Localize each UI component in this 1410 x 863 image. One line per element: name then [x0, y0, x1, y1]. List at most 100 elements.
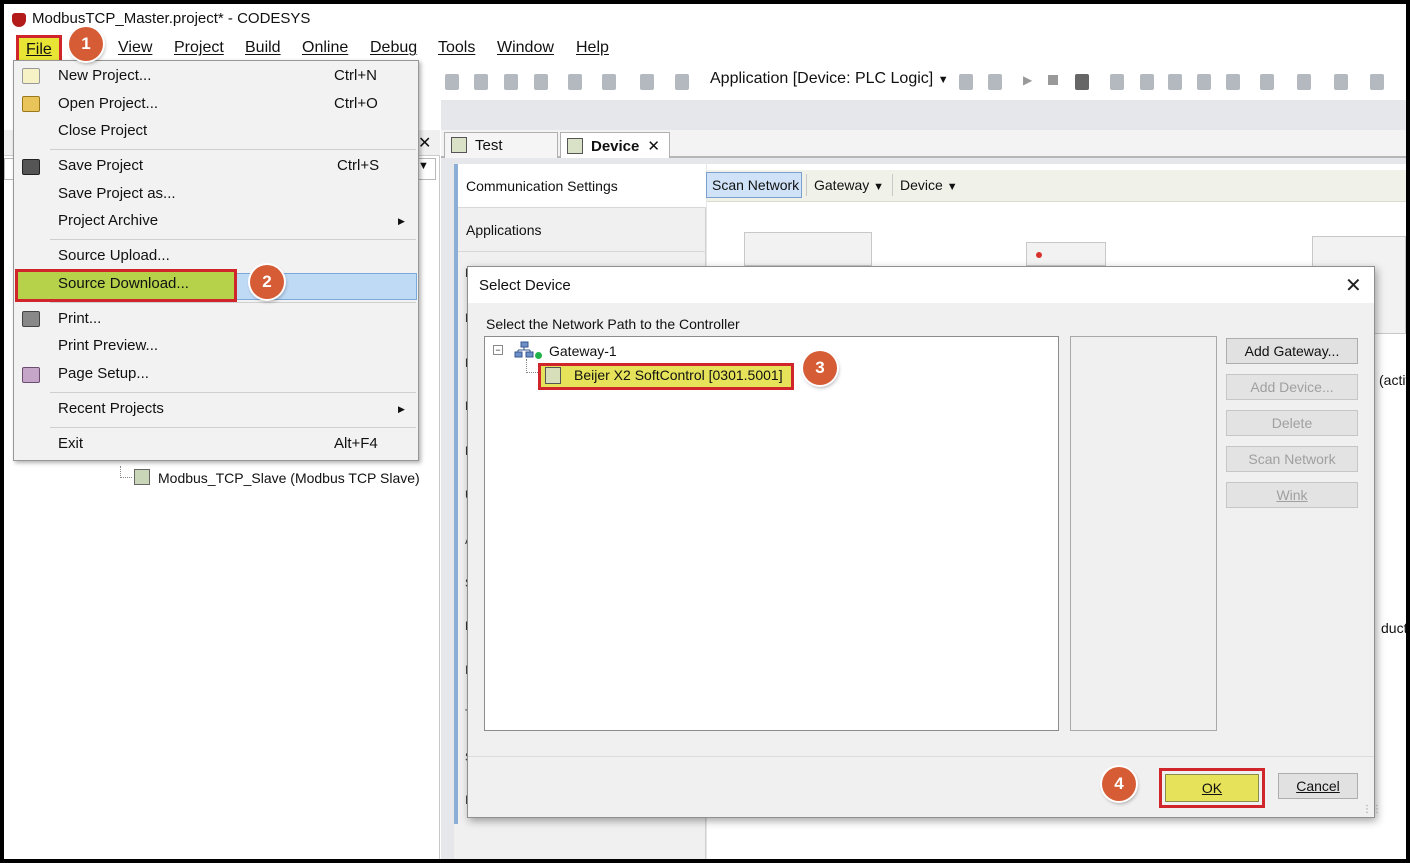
step-into-icon[interactable]	[1140, 74, 1154, 90]
menu-item-source-download[interactable]: Source Download...	[58, 275, 189, 292]
save-icon	[22, 159, 40, 175]
menu-item-open-project[interactable]: Open Project...	[58, 95, 158, 112]
active-application-select[interactable]: Application [Device: PLC Logic] ▼	[710, 70, 949, 88]
shortcut-save-project: Ctrl+S	[337, 157, 380, 174]
force-values-icon[interactable]	[1297, 74, 1311, 90]
chevron-down-icon[interactable]: ▼	[418, 160, 429, 172]
open-folder-icon	[22, 96, 40, 112]
submenu-arrow-icon: ▶	[398, 216, 405, 226]
window-title: ModbusTCP_Master.project* - CODESYS	[32, 10, 311, 27]
side-tab-applications[interactable]: Applications	[458, 208, 706, 252]
shortcut-exit: Alt+F4	[334, 435, 378, 452]
menu-help[interactable]: Help	[576, 39, 609, 57]
set-next-statement-icon[interactable]	[1226, 74, 1240, 90]
menu-separator	[50, 392, 416, 393]
menu-online[interactable]: Online	[302, 39, 348, 57]
gateway-dropdown[interactable]: Gateway ▼	[814, 177, 884, 193]
delete-button[interactable]: Delete	[1226, 410, 1358, 436]
menu-item-print-preview[interactable]: Print Preview...	[58, 337, 158, 354]
tree-connector	[120, 466, 132, 478]
menu-separator	[50, 427, 416, 428]
write-values-icon[interactable]	[1334, 74, 1348, 90]
menu-item-print[interactable]: Print...	[58, 310, 101, 327]
menu-project[interactable]: Project	[174, 39, 224, 57]
bookmark-icon[interactable]	[445, 74, 459, 90]
menu-build[interactable]: Build	[245, 39, 281, 57]
start-icon[interactable]: ▶	[1023, 73, 1032, 87]
wink-button[interactable]: Wink	[1226, 482, 1358, 508]
collapse-icon[interactable]: −	[493, 345, 503, 355]
menu-file[interactable]: File	[16, 35, 62, 63]
close-icon[interactable]: ✕	[647, 138, 660, 155]
menu-item-source-upload[interactable]: Source Upload...	[58, 247, 170, 264]
gateway-node[interactable]: Gateway-1	[549, 343, 617, 359]
menu-item-new-project[interactable]: New Project...	[58, 67, 151, 84]
dialog-footer-divider	[468, 756, 1374, 757]
close-icon[interactable]: ✕	[1345, 273, 1362, 298]
device-dropdown[interactable]: Device ▼	[900, 177, 958, 193]
chevron-down-icon: ▼	[937, 74, 949, 86]
logout-icon[interactable]	[988, 74, 1002, 90]
resize-grip-icon[interactable]: ⋮⋮	[1362, 804, 1382, 815]
menu-tools[interactable]: Tools	[438, 39, 475, 57]
step-out-icon[interactable]	[1168, 74, 1182, 90]
tab-device[interactable]: Device ✕	[560, 132, 670, 158]
menu-icon-gutter	[14, 61, 48, 460]
menu-item-recent-projects[interactable]: Recent Projects	[58, 400, 164, 417]
add-device-button[interactable]: Add Device...	[1226, 374, 1358, 400]
reset-icon[interactable]	[1075, 74, 1089, 90]
page-setup-icon	[22, 367, 40, 383]
unforce-icon[interactable]	[1370, 74, 1384, 90]
export-icon[interactable]	[640, 74, 654, 90]
menu-item-close-project[interactable]: Close Project	[58, 122, 147, 139]
calendar-icon[interactable]	[675, 74, 689, 90]
run-to-cursor-icon[interactable]	[1197, 74, 1211, 90]
scan-network-dialog-button[interactable]: Scan Network	[1226, 446, 1358, 472]
bookmark-next-icon[interactable]	[504, 74, 518, 90]
side-tab-communication-settings[interactable]: Communication Settings	[458, 164, 706, 208]
tab-test-label: Test	[475, 137, 503, 154]
clipped-text: ducts	[1381, 620, 1406, 636]
communication-toolbar	[707, 170, 1406, 202]
menu-item-exit[interactable]: Exit	[58, 435, 83, 452]
menu-separator	[50, 239, 416, 240]
clipboard-icon[interactable]	[568, 74, 582, 90]
login-icon[interactable]	[959, 74, 973, 90]
menu-debug[interactable]: Debug	[370, 39, 417, 57]
device-icon	[567, 138, 583, 154]
slave-device-icon	[134, 469, 150, 485]
new-object-icon[interactable]	[602, 74, 616, 90]
shortcut-open-project: Ctrl+O	[334, 95, 378, 112]
program-icon	[451, 137, 467, 153]
toolbar-divider	[806, 174, 807, 196]
plc-device-icon	[545, 367, 561, 384]
close-icon[interactable]: ✕	[418, 133, 431, 153]
stop-icon[interactable]	[1048, 75, 1058, 85]
menu-item-save-project[interactable]: Save Project	[58, 157, 143, 174]
network-tree[interactable]	[484, 336, 1059, 731]
dialog-title-bar	[468, 267, 1374, 303]
bookmark-clear-icon[interactable]	[534, 74, 548, 90]
tab-test[interactable]: Test	[444, 132, 558, 158]
menu-window[interactable]: Window	[497, 39, 554, 57]
network-path-label: Select the Network Path to the Controlle…	[486, 316, 740, 332]
codesys-logo-icon	[12, 13, 26, 27]
menu-item-save-project-as[interactable]: Save Project as...	[58, 185, 176, 202]
arrow-right-icon[interactable]	[1260, 74, 1274, 90]
menu-item-project-archive[interactable]: Project Archive	[58, 212, 158, 229]
chevron-down-icon: ▼	[873, 181, 885, 193]
step-badge-3: 3	[803, 351, 837, 385]
shortcut-new-project: Ctrl+N	[334, 67, 377, 84]
bookmark-prev-icon[interactable]	[474, 74, 488, 90]
step-over-icon[interactable]	[1110, 74, 1124, 90]
cancel-button[interactable]: Cancel	[1278, 773, 1358, 799]
tree-item-modbus-slave[interactable]: Modbus_TCP_Slave (Modbus TCP Slave)	[158, 470, 420, 486]
ok-button[interactable]: OK	[1165, 774, 1259, 802]
add-gateway-button[interactable]: Add Gateway...	[1226, 338, 1358, 364]
menu-view[interactable]: View	[118, 39, 152, 57]
menu-item-page-setup[interactable]: Page Setup...	[58, 365, 149, 382]
gateway-icon	[514, 341, 534, 358]
tab-device-label: Device	[591, 138, 640, 155]
scan-network-button[interactable]: Scan Network	[706, 172, 802, 198]
sidebar-accent	[454, 164, 458, 824]
